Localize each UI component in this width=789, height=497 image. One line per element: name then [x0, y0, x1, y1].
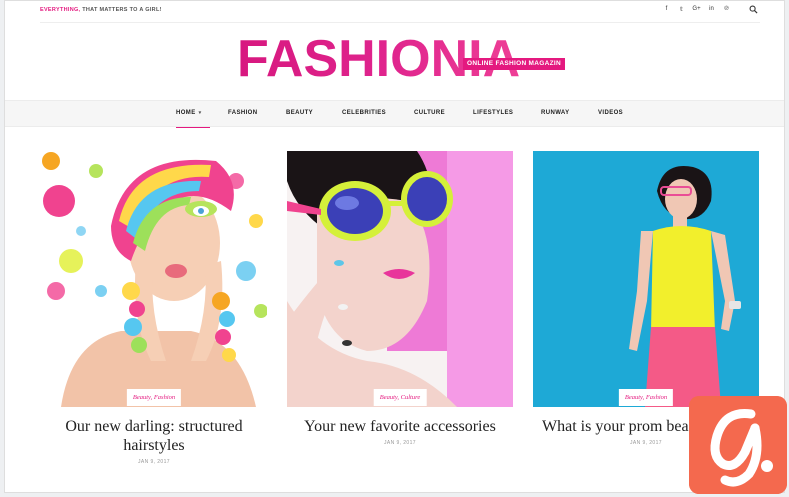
nav-home-label: HOME [176, 110, 196, 116]
nav-culture[interactable]: CULTURE [414, 110, 445, 116]
tagline-rest: THAT MATTERS TO A GIRL! [80, 7, 162, 13]
post-date: JAN 9, 2017 [384, 440, 416, 446]
tagline-accent: EVERYTHING, [40, 7, 81, 13]
brand-badge-icon [689, 396, 787, 494]
site-logo[interactable]: FASHIONIA ONLINE FASHION MAGAZIN [237, 31, 567, 87]
chevron-down-icon: ▾ [198, 110, 202, 116]
nav-lifestyles[interactable]: LIFESTYLES [473, 110, 513, 116]
nav-beauty[interactable]: BEAUTY [286, 110, 313, 116]
post-categories[interactable]: Beauty, Fashion [126, 389, 182, 406]
post-title[interactable]: Our new darling: structured hairstyles [41, 417, 267, 455]
logo-subtitle: ONLINE FASHION MAGAZIN [463, 58, 565, 70]
post-image[interactable] [533, 151, 759, 407]
post-categories[interactable]: Beauty, Culture [373, 389, 427, 406]
pinterest-icon[interactable]: ℗ [722, 6, 731, 13]
tagline: EVERYTHING, THAT MATTERS TO A GIRL! [40, 7, 162, 13]
nav-celebrities[interactable]: CELEBRITIES [342, 110, 386, 116]
linkedin-icon[interactable]: in [707, 6, 716, 13]
main-nav: HOME ▾ FASHION BEAUTY CELEBRITIES CULTURE… [5, 100, 784, 128]
post-categories[interactable]: Beauty, Fashion [618, 389, 674, 406]
social-links: f 𝕥 G+ in ℗ [662, 6, 731, 13]
nav-home[interactable]: HOME ▾ [176, 110, 209, 128]
nav-runway[interactable]: RUNWAY [541, 110, 570, 116]
post-image[interactable] [41, 151, 267, 407]
post-title[interactable]: Your new favorite accessories [287, 417, 513, 436]
post-date: JAN 9, 2017 [138, 459, 170, 465]
top-bar: EVERYTHING, THAT MATTERS TO A GIRL! f 𝕥 … [5, 1, 784, 23]
page: EVERYTHING, THAT MATTERS TO A GIRL! f 𝕥 … [4, 0, 785, 493]
search-icon[interactable] [749, 5, 758, 14]
google-plus-icon[interactable]: G+ [692, 6, 701, 13]
top-divider [40, 22, 760, 23]
facebook-icon[interactable]: f [662, 6, 671, 13]
twitter-icon[interactable]: 𝕥 [677, 6, 686, 13]
nav-videos[interactable]: VIDEOS [598, 110, 623, 116]
nav-fashion[interactable]: FASHION [228, 110, 257, 116]
post-image[interactable] [287, 151, 513, 407]
